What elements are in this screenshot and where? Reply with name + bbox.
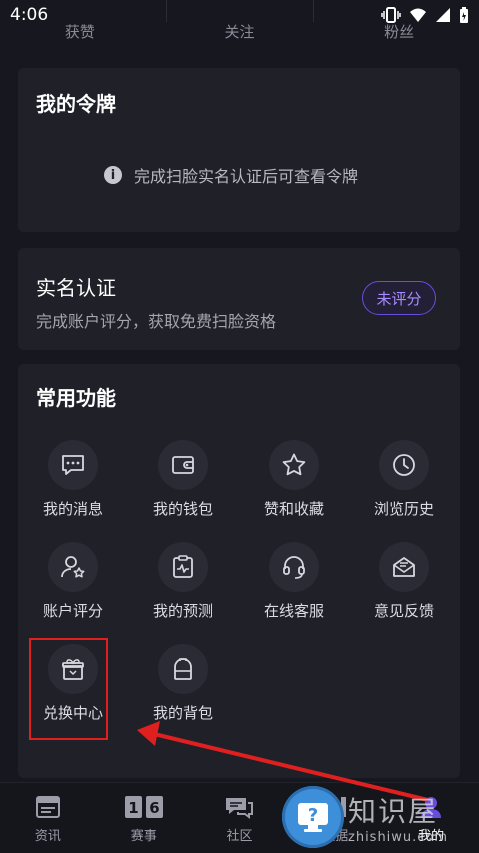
status-time: 4:06 xyxy=(10,5,49,25)
watermark-url: zhishiwu.com xyxy=(348,829,449,845)
tab-community[interactable]: 社区 xyxy=(192,783,288,853)
token-card: 我的令牌 i 完成扫脸实名认证后可查看令牌 xyxy=(18,68,460,232)
function-account-rating[interactable]: 账户评分 xyxy=(18,542,128,621)
function-label: 账户评分 xyxy=(42,602,103,620)
feedback-icon xyxy=(393,557,415,577)
watermark-logo: ? xyxy=(282,786,344,848)
function-label: 赞和收藏 xyxy=(263,500,324,518)
scoreboard-icon: 16 xyxy=(124,796,163,818)
watermark-title: 知识屋 xyxy=(348,794,439,828)
monitor-question-icon: ? xyxy=(298,803,328,832)
svg-text:1: 1 xyxy=(128,799,138,817)
backpack-icon xyxy=(174,658,192,680)
token-tip-text: 完成扫脸实名认证后可查看令牌 xyxy=(134,167,359,186)
wallet-icon xyxy=(172,456,194,474)
function-messages[interactable]: 我的消息 xyxy=(18,440,128,519)
info-icon: i xyxy=(104,166,122,184)
verify-card[interactable]: 实名认证 完成账户评分，获取免费扫脸资格 未评分 xyxy=(18,248,460,350)
news-icon xyxy=(35,796,60,818)
function-label: 我的消息 xyxy=(42,500,103,518)
vibrate-icon xyxy=(381,7,401,23)
functions-title: 常用功能 xyxy=(36,386,116,410)
function-history[interactable]: 浏览历史 xyxy=(349,440,459,519)
user-star-icon xyxy=(61,556,85,578)
star-icon xyxy=(282,453,306,476)
tab-label: 赛事 xyxy=(130,829,157,844)
redeem-center-highlight xyxy=(29,638,108,740)
verify-card-title: 实名认证 xyxy=(36,276,116,300)
function-likes-favorites[interactable]: 赞和收藏 xyxy=(239,440,349,519)
svg-text:?: ? xyxy=(308,805,318,826)
tab-label: 资讯 xyxy=(34,829,61,844)
tab-label: 社区 xyxy=(226,829,253,844)
function-feedback[interactable]: 意见反馈 xyxy=(349,542,459,621)
watermark: ? 知识屋 zhishiwu.com xyxy=(282,786,448,848)
function-label: 我的背包 xyxy=(152,704,213,722)
function-label: 我的钱包 xyxy=(152,500,213,518)
function-label: 我的预测 xyxy=(152,602,213,620)
battery-icon xyxy=(460,6,468,23)
tab-matches[interactable]: 16 赛事 xyxy=(96,783,192,853)
function-customer-service[interactable]: 在线客服 xyxy=(239,542,349,621)
function-predictions[interactable]: 我的预测 xyxy=(128,542,238,621)
svg-text:6: 6 xyxy=(149,799,159,817)
wifi-icon xyxy=(410,8,426,22)
message-icon xyxy=(62,455,84,475)
clipboard-chart-icon xyxy=(173,555,193,578)
token-card-title: 我的令牌 xyxy=(36,92,116,116)
tab-news[interactable]: 资讯 xyxy=(0,783,96,853)
function-label: 在线客服 xyxy=(263,602,324,620)
not-rated-button[interactable]: 未评分 xyxy=(362,281,436,315)
headset-icon xyxy=(283,556,305,579)
function-wallet[interactable]: 我的钱包 xyxy=(128,440,238,519)
chat-icon xyxy=(226,798,254,819)
token-tip: i 完成扫脸实名认证后可查看令牌 xyxy=(104,163,358,187)
function-label: 浏览历史 xyxy=(373,500,434,518)
watermark-text: 知识屋 zhishiwu.com xyxy=(348,790,448,845)
signal-icon xyxy=(436,8,450,22)
function-label: 意见反馈 xyxy=(373,602,434,620)
clock-icon xyxy=(393,454,415,476)
verify-card-subtitle: 完成账户评分，获取免费扫脸资格 xyxy=(36,312,277,331)
status-icons xyxy=(381,6,469,24)
function-backpack[interactable]: 我的背包 xyxy=(128,644,238,723)
status-bar: 4:06 xyxy=(0,0,479,30)
